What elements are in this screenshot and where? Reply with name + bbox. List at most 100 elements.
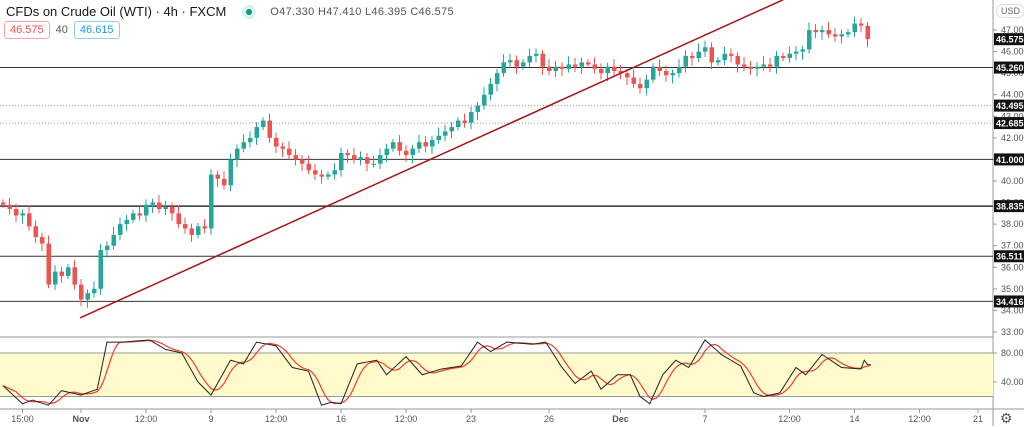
y-tick-label: 36.000 xyxy=(1001,262,1024,272)
candle-body xyxy=(293,155,298,160)
candle-body xyxy=(787,53,792,59)
candle-body xyxy=(670,73,675,76)
candle-body xyxy=(280,146,285,149)
y-tick-label: 33.000 xyxy=(1001,327,1024,337)
y-tick-label: 42.000 xyxy=(1001,133,1024,143)
x-tick-label: 23 xyxy=(466,414,476,424)
candle-body xyxy=(579,62,584,67)
candle-body xyxy=(566,64,571,69)
x-tick-label: 16 xyxy=(336,414,346,424)
candle-body xyxy=(222,178,227,186)
candle-body xyxy=(807,30,812,50)
candle-body xyxy=(592,64,597,69)
candle-body xyxy=(527,55,532,63)
candle-body xyxy=(800,49,805,52)
candle-body xyxy=(456,120,461,128)
x-tick-label: 12:00 xyxy=(395,414,418,424)
candle-body xyxy=(748,66,753,69)
chart-legend: CFDs on Crude Oil (WTI) · 4h · FXCM O47.… xyxy=(6,4,454,19)
x-tick-label: Dec xyxy=(612,414,629,424)
candle-body xyxy=(573,64,578,67)
candle-body xyxy=(521,62,526,67)
price-chart[interactable]: 47.00046.00045.00044.00043.00042.00041.0… xyxy=(0,0,1024,426)
candle-body xyxy=(241,142,246,149)
x-tick-label: 12:00 xyxy=(135,414,158,424)
symbol-title[interactable]: CFDs on Crude Oil (WTI) · 4h · FXCM xyxy=(6,4,226,19)
candle-body xyxy=(384,148,389,156)
candle-body xyxy=(449,127,454,132)
y-tick-label: 46.000 xyxy=(1001,47,1024,57)
candle-body xyxy=(755,66,760,69)
stochastic-tick-label: 40.00 xyxy=(1001,377,1024,387)
candle-body xyxy=(14,209,19,216)
candle-body xyxy=(469,111,474,123)
x-tick-label: 14 xyxy=(849,414,859,424)
buy-button[interactable]: 46.615 xyxy=(73,21,120,39)
candle-body xyxy=(27,213,32,227)
y-tick-label: 38.000 xyxy=(1001,219,1024,229)
candle-body xyxy=(33,226,38,238)
candle-body xyxy=(7,204,12,210)
candle-body xyxy=(339,152,344,171)
y-tick-label: 37.000 xyxy=(1001,241,1024,251)
candle-body xyxy=(111,234,116,246)
x-tick-label: 21 xyxy=(973,414,983,424)
candle-body xyxy=(722,53,727,61)
candle-body xyxy=(605,66,610,74)
candle-body xyxy=(326,174,331,177)
level-price-label: 34.416 xyxy=(996,297,1024,307)
stochastic-band xyxy=(0,353,993,397)
x-tick-label: 7 xyxy=(702,414,707,424)
spread-value: 40 xyxy=(55,24,68,36)
candle-body xyxy=(813,30,818,33)
y-tick-label: 40.000 xyxy=(1001,176,1024,186)
candle-body xyxy=(124,219,129,225)
candle-body xyxy=(553,66,558,71)
candle-body xyxy=(267,120,272,138)
candle-body xyxy=(540,53,545,67)
candle-body xyxy=(768,64,773,67)
candle-body xyxy=(774,55,779,67)
y-tick-label: 44.000 xyxy=(1001,90,1024,100)
candle-body xyxy=(183,224,188,229)
x-tick-label: 12:00 xyxy=(265,414,288,424)
level-price-label: 45.260 xyxy=(996,63,1024,73)
candle-body xyxy=(703,47,708,52)
candle-body xyxy=(254,127,259,138)
x-tick-label: 9 xyxy=(208,414,213,424)
candle-body xyxy=(488,83,493,95)
candle-body xyxy=(638,83,643,89)
candle-body xyxy=(53,271,58,285)
candle-body xyxy=(300,159,305,164)
candle-body xyxy=(378,155,383,164)
candle-body xyxy=(846,32,851,35)
sell-button[interactable]: 46.575 xyxy=(4,21,50,39)
candle-body xyxy=(131,213,136,220)
candle-body xyxy=(261,120,266,128)
candle-body xyxy=(781,55,786,59)
candle-body xyxy=(20,213,25,216)
candle-body xyxy=(683,55,688,67)
x-tick-label: 26 xyxy=(544,414,554,424)
candle-body xyxy=(599,68,604,74)
candle-body xyxy=(371,163,376,165)
candle-body xyxy=(508,60,513,63)
candle-body xyxy=(274,137,279,147)
candle-body xyxy=(423,142,428,147)
candle-body xyxy=(430,140,435,147)
currency-label[interactable]: USD xyxy=(996,4,1024,18)
candle-body xyxy=(644,79,649,89)
candle-body xyxy=(820,30,825,33)
candle-body xyxy=(417,142,422,149)
market-status-icon xyxy=(242,4,257,19)
candle-body xyxy=(313,170,318,175)
x-tick-label: 12:00 xyxy=(908,414,931,424)
candle-body xyxy=(170,206,175,214)
candle-body xyxy=(436,135,441,141)
settings-gear-icon[interactable]: ⚙ xyxy=(1000,410,1013,427)
level-price-label: 41.000 xyxy=(996,155,1024,165)
candle-body xyxy=(248,137,253,143)
level-price-label: 42.685 xyxy=(996,119,1024,129)
candle-body xyxy=(560,66,565,69)
level-price-label: 38.835 xyxy=(996,202,1024,212)
